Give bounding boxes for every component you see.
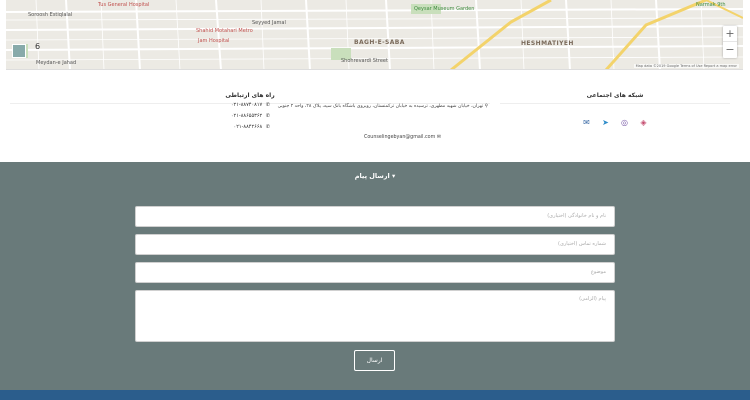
map-label: Tus General Hospital (98, 2, 150, 8)
email[interactable]: Counselingebyan@gmail.com ✉ (364, 135, 441, 140)
instagram-icon[interactable]: ◎ (620, 118, 629, 127)
phone-icon: ✆ (265, 124, 270, 130)
map-label: HESHMATIYEH (521, 40, 574, 47)
phone-item: ۰۲۱-۸۸۶۵۵۳۶۲ ✆ (230, 113, 270, 119)
map-number: 6 (35, 42, 41, 51)
zoom-in-button[interactable]: + (723, 26, 737, 42)
map-label: Soroosh Estiqlalal (28, 12, 73, 18)
map-label: Qeysar Museum Garden (414, 6, 475, 12)
social-column: شبکه های اجتماعی ✉ ➤ ◎ ◈ (500, 92, 730, 127)
phone-item: ۰۲۱-۸۸۴۲۶۶۸ ✆ (233, 124, 270, 130)
google-map[interactable]: Tus General Hospital Shahid Motahari Met… (6, 0, 743, 70)
phone-icon: ✆ (265, 113, 270, 119)
map-label: Shohrevardi Street (341, 58, 388, 64)
social-title: شبکه های اجتماعی (500, 92, 730, 104)
map-label: Shahid Motahari Metro (196, 28, 253, 34)
subject-field[interactable]: موضوع (135, 262, 615, 283)
other-social-icon[interactable]: ◈ (639, 118, 648, 127)
send-button[interactable]: ارسال (354, 350, 395, 371)
social-icons: ✉ ➤ ◎ ◈ (500, 118, 730, 127)
footer-bar (0, 390, 750, 400)
telegram-icon[interactable]: ➤ (601, 118, 610, 127)
map-label: BAGH-E-SABA (354, 39, 405, 46)
message-textarea[interactable]: پیام (الزامی) (135, 290, 615, 342)
email-icon: ✉ (436, 135, 441, 140)
phone-field[interactable]: شماره تماس (اختیاری) (135, 234, 615, 255)
form-title[interactable]: ارسال پیام ▾ (0, 172, 750, 180)
street-view-pegman-icon[interactable] (12, 44, 26, 58)
address: ⚲ تهران، خیابان شهید مطهری، ترسیده به خی… (277, 104, 488, 109)
map-label: Seyyed Jamal (252, 20, 286, 26)
map-label: Jam Hospital (198, 38, 230, 44)
map-label: Narmak 9th (696, 2, 726, 8)
zoom-control[interactable]: + − (723, 26, 737, 58)
zoom-out-button[interactable]: − (723, 42, 737, 58)
location-icon: ⚲ (484, 104, 488, 109)
name-field[interactable]: نام و نام خانوادگی (اختیاری) (135, 206, 615, 227)
map-section: Tus General Hospital Shahid Motahari Met… (0, 0, 750, 82)
info-section: شبکه های اجتماعی ✉ ➤ ◎ ◈ راه های ارتباطی… (0, 82, 750, 162)
map-attribution[interactable]: Map data ©2019 Google Terms of Use Repor… (633, 64, 739, 68)
map-label: Meydan-e Jahad (36, 60, 77, 66)
contact-form-section: ارسال پیام ▾ نام و نام خانوادگی (اختیاری… (0, 162, 750, 390)
mail-icon[interactable]: ✉ (582, 118, 591, 127)
chevron-down-icon: ▾ (392, 172, 396, 180)
